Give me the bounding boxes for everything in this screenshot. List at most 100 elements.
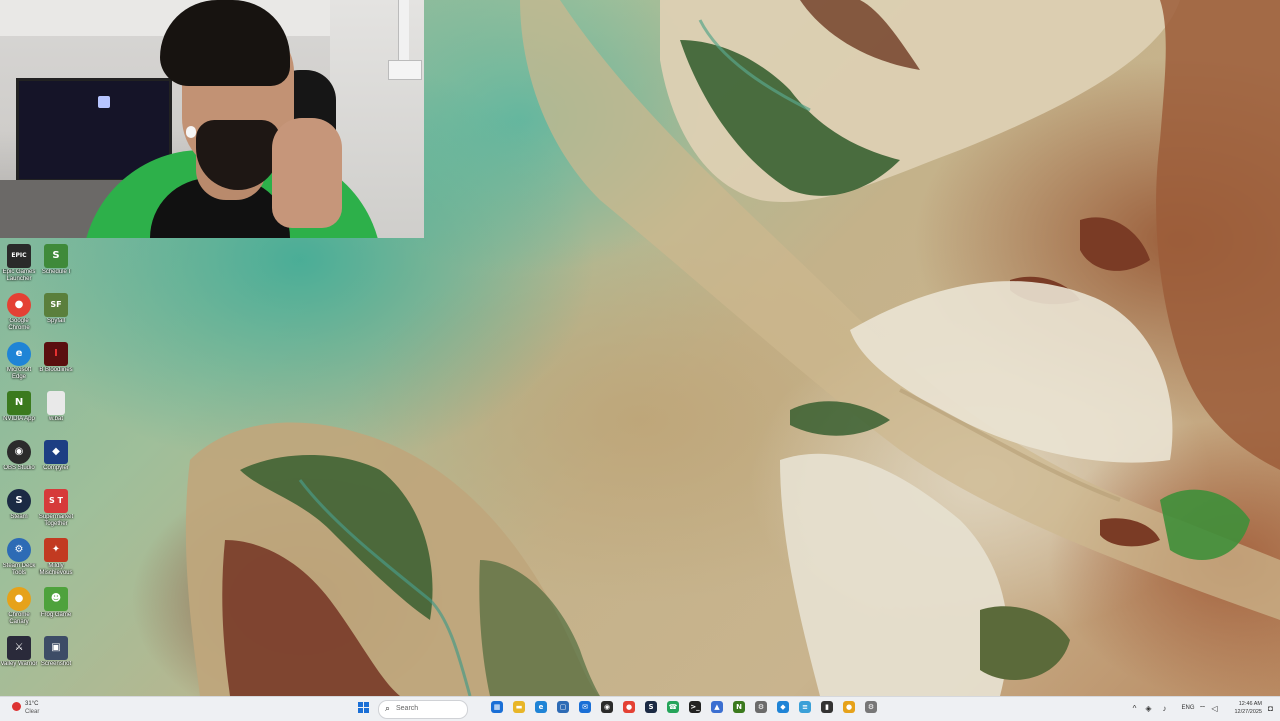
- desktop-icon-obs[interactable]: ◉ OBS Studio: [0, 440, 38, 488]
- edge-icon[interactable]: e: [535, 701, 547, 713]
- desktop-icon-label: Mildly Mischievous: [39, 563, 73, 576]
- file-explorer-icon[interactable]: ▬: [513, 701, 525, 713]
- terminal-icon[interactable]: >_: [689, 701, 701, 713]
- chrome-icon: ●: [7, 293, 31, 317]
- desktop-icon-valley-warrior[interactable]: ⚔ Valley Warrior: [0, 636, 38, 684]
- language-indicator[interactable]: ENG: [1178, 704, 1198, 713]
- windows-logo-icon: [358, 708, 363, 713]
- obs-icon[interactable]: ◉: [601, 701, 613, 713]
- desktop-icon-label: OBS Studio: [3, 465, 35, 471]
- desktop-icon-file[interactable]: w.bat: [37, 391, 75, 439]
- desktop-icon-mildly-mischievous[interactable]: ✦ Mildly Mischievous: [37, 538, 75, 586]
- clock-time: 12:46 AM: [1238, 701, 1262, 707]
- search-icon: ⌕: [385, 703, 391, 713]
- nvidia-icon[interactable]: N: [733, 701, 745, 713]
- desktop-icon-label: Steam Deck Tools: [2, 563, 36, 576]
- shield-icon[interactable]: ◆: [777, 701, 789, 713]
- desktop-icon-label: Chrome Canary: [8, 612, 30, 625]
- desktop-icon-label: Steam: [10, 514, 28, 520]
- widgets-icon[interactable]: ▦: [491, 701, 503, 713]
- desktop-icon-label: Valley Warrior: [0, 661, 38, 667]
- chevron-up-icon[interactable]: ^: [1130, 704, 1139, 713]
- supermarket-together-icon: S T: [44, 489, 68, 513]
- desktop-icon-chrome[interactable]: ● Google Chrome: [0, 293, 38, 341]
- desktop-icon-frog-game[interactable]: ☻ Frog Game: [37, 587, 75, 635]
- obs-icon: ◉: [7, 440, 31, 464]
- desktop-icon-label: B Bloodlines: [39, 367, 73, 373]
- desktop-icon-bloodlines[interactable]: IB Bloodlines: [37, 342, 75, 390]
- bloodlines-icon: I: [44, 342, 68, 366]
- desktop-icon-label: Google Chrome: [8, 318, 30, 331]
- desktop-icon-supermarket-together[interactable]: S T Supermarket Together: [37, 489, 75, 537]
- weather-temperature: 31°C: [25, 701, 39, 707]
- whatsapp-icon[interactable]: ☎: [667, 701, 679, 713]
- weather-icon: [12, 702, 21, 711]
- webcam-overlay: [0, 0, 424, 238]
- mail-icon[interactable]: ✉: [579, 701, 591, 713]
- volume-icon[interactable]: ◁: [1210, 704, 1219, 713]
- taskbar-search-box[interactable]: ⌕ Search: [378, 700, 468, 719]
- steam-icon[interactable]: S: [645, 701, 657, 713]
- gear-icon: ⚙: [7, 538, 31, 562]
- image-icon: ▣: [44, 636, 68, 660]
- mic-tray-icon[interactable]: ♪: [1160, 704, 1169, 713]
- taskbar: 31°C Clear ⌕ Search ▦ ▬ e ▢ ✉ ◉ ● S ☎ >_ ▲ N ⚙ ◆ ≡ ▮ ● ⚙ …: [0, 696, 1280, 721]
- desktop-icon-steam[interactable]: S Steam: [0, 489, 38, 537]
- chrome-canary-icon: ●: [7, 587, 31, 611]
- photos-icon[interactable]: ▲: [711, 701, 723, 713]
- desktop-icon-schedule-i[interactable]: S Schedule I: [37, 244, 75, 292]
- windows-logo-icon: [358, 702, 363, 707]
- clock-date: 12/27/2025: [1234, 709, 1262, 715]
- wifi-icon[interactable]: ⌔: [1198, 704, 1207, 713]
- file-icon: [47, 391, 65, 415]
- start-button[interactable]: [358, 702, 370, 714]
- spyfall-icon: SF: [44, 293, 68, 317]
- desktop-icon-nvidia[interactable]: N NVIDIA App: [0, 391, 38, 439]
- capture-icon[interactable]: ⚙: [865, 701, 877, 713]
- desktop-icon-label: Frog Game: [40, 612, 72, 618]
- weather-condition: Clear: [25, 709, 40, 715]
- frog-icon: ☻: [44, 587, 68, 611]
- desktop-icon-edge[interactable]: e Microsoft Edge: [0, 342, 38, 390]
- notepad-icon[interactable]: ≡: [799, 701, 811, 713]
- chrome-canary-icon[interactable]: ●: [843, 701, 855, 713]
- compyler-icon: ◆: [44, 440, 68, 464]
- settings-icon[interactable]: ⚙: [755, 701, 767, 713]
- edge-icon: e: [7, 342, 31, 366]
- desktop-icon-label: w.bat: [48, 416, 63, 422]
- desktop-icon-steam-deck-tools[interactable]: ⚙ Steam Deck Tools: [0, 538, 38, 586]
- chrome-icon[interactable]: ●: [623, 701, 635, 713]
- desktop-icon-label: Screenshot: [40, 661, 72, 667]
- desktop-icon-label: Compyler: [43, 465, 69, 471]
- webcam-outlet: [388, 60, 422, 80]
- desktop-icon-compyler[interactable]: ◆ Compyler: [37, 440, 75, 488]
- desktop-icon-label: Epic Games Launcher: [2, 269, 36, 282]
- desktop-icon-label: Schedule I: [41, 269, 71, 275]
- media-icon[interactable]: ▮: [821, 701, 833, 713]
- network-tray-icon[interactable]: ◈: [1144, 704, 1153, 713]
- windows-logo-icon: [364, 708, 369, 713]
- desktop-icon-label: Spyfall: [46, 318, 65, 324]
- notification-bell-icon[interactable]: ◘: [1266, 704, 1275, 713]
- windows-logo-icon: [364, 702, 369, 707]
- desktop-icon-label: Microsoft Edge: [6, 367, 32, 380]
- webcam-person-hand: [272, 118, 342, 228]
- store-icon[interactable]: ▢: [557, 701, 569, 713]
- webcam-person-earbud: [186, 126, 196, 138]
- search-placeholder: Search: [396, 705, 419, 712]
- desktop-icon-label: NVIDIA App: [3, 416, 35, 422]
- desktop-icon-label: Supermarket Together: [38, 514, 74, 527]
- game-icon: ✦: [44, 538, 68, 562]
- desktop-icon-epic-games[interactable]: EPIC Epic Games Launcher: [0, 244, 38, 292]
- desktop-icon-chrome-canary[interactable]: ● Chrome Canary: [0, 587, 38, 635]
- epic-games-icon: EPIC: [7, 244, 31, 268]
- taskbar-clock[interactable]: 12:46 AM 12/27/2025: [1224, 700, 1262, 716]
- nvidia-icon: N: [7, 391, 31, 415]
- desktop-icon-spyfall[interactable]: SF Spyfall: [37, 293, 75, 341]
- steam-icon: S: [7, 489, 31, 513]
- desktop-icon-screenshot[interactable]: ▣ Screenshot: [37, 636, 75, 684]
- schedule-i-icon: S: [44, 244, 68, 268]
- weather-widget[interactable]: 31°C Clear: [12, 700, 72, 718]
- sword-icon: ⚔: [7, 636, 31, 660]
- webcam-tv-light: [98, 96, 110, 108]
